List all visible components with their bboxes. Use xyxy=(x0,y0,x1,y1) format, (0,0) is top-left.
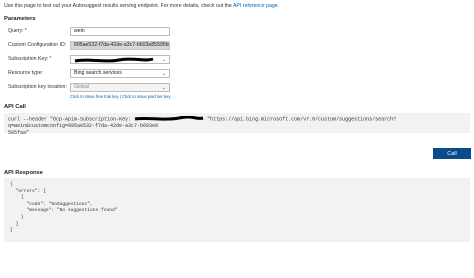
api-response-title: API Response xyxy=(4,170,43,176)
api-call-prefix: curl --header "Ocp-Apim-Subscription-Key… xyxy=(8,116,132,123)
issue-paid-key-link[interactable]: Click to issue paid tier key xyxy=(122,94,170,99)
intro-description: Use this page to test out your Autosugge… xyxy=(4,3,232,9)
resource-type-label: Resource type: xyxy=(8,70,43,76)
api-call-url-cont: 595faa" xyxy=(8,130,30,137)
key-location-value: Global xyxy=(74,84,89,90)
redaction-scribble xyxy=(74,57,154,63)
subscription-key-input[interactable]: ⌄ xyxy=(70,55,170,64)
resource-type-select[interactable]: Bing search services ⌄ xyxy=(70,69,170,78)
redaction-scribble xyxy=(134,116,204,121)
resource-type-value: Bing search services xyxy=(74,70,122,76)
parameters-title: Parameters xyxy=(4,16,36,22)
custom-config-label: Custom Configuration ID: xyxy=(8,42,67,48)
key-links: Click to issue free trial key | Click to… xyxy=(70,94,170,99)
query-input[interactable]: wein xyxy=(70,27,170,36)
chevron-down-icon[interactable]: ⌄ xyxy=(162,85,166,91)
api-response-box: { "errors": [ { "code": "NoSuggestions",… xyxy=(4,178,470,242)
resource-type-row: Resource type: xyxy=(8,68,68,78)
subscription-key-label: Subscription Key:* xyxy=(8,56,52,62)
chevron-down-icon[interactable]: ⌄ xyxy=(162,57,166,63)
key-location-select[interactable]: Global ⌄ xyxy=(70,83,170,92)
key-location-label: Subscription key location: xyxy=(8,84,67,90)
key-location-row: Subscription key location: xyxy=(8,82,68,92)
chevron-down-icon[interactable]: ⌄ xyxy=(162,71,166,77)
custom-config-row: Custom Configuration ID: xyxy=(8,40,68,50)
api-reference-link[interactable]: API reference page. xyxy=(233,3,279,9)
subscription-key-row: Subscription Key:* xyxy=(8,54,68,64)
api-call-box: curl --header "Ocp-Apim-Subscription-Key… xyxy=(4,113,470,137)
intro-text: Use this page to test out your Autosugge… xyxy=(4,3,279,9)
query-row: Query:* xyxy=(8,26,68,36)
call-button[interactable]: Call xyxy=(433,148,471,159)
query-label: Query:* xyxy=(8,28,27,34)
custom-config-input[interactable]: 895ae532-f7da-42de-a3c7-b603e85595faa xyxy=(70,41,170,50)
api-call-title: API Call xyxy=(4,104,26,110)
issue-free-key-link[interactable]: Click to issue free trial key xyxy=(70,94,119,99)
